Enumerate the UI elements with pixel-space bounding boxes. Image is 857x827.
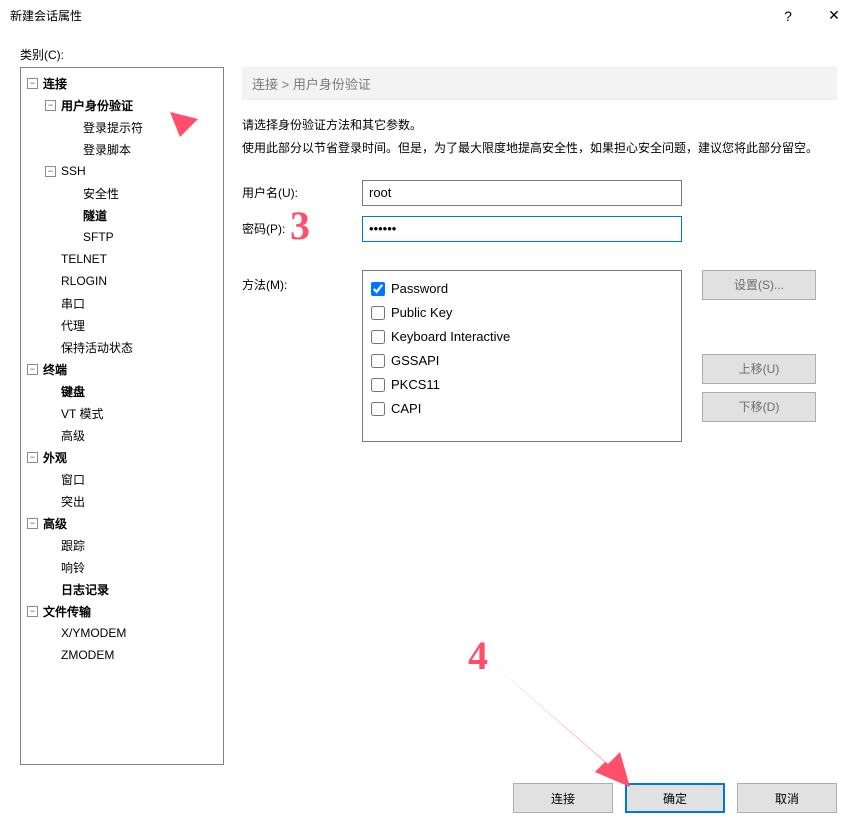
- connect-button[interactable]: 连接: [513, 783, 613, 813]
- tree-item-appearance[interactable]: −外观: [23, 446, 221, 468]
- method-item-password[interactable]: Password: [371, 277, 673, 301]
- collapse-icon[interactable]: −: [27, 606, 38, 617]
- description: 请选择身份验证方法和其它参数。 使用此部分以节省登录时间。但是，为了最大限度地提…: [242, 114, 837, 160]
- method-item-gssapi[interactable]: GSSAPI: [371, 349, 673, 373]
- tree-item-sftp[interactable]: SFTP: [23, 226, 221, 248]
- method-checkbox-publickey[interactable]: [371, 306, 385, 320]
- method-checkbox-password[interactable]: [371, 282, 385, 296]
- tree-item-term-advanced[interactable]: 高级: [23, 424, 221, 446]
- move-down-button[interactable]: 下移(D): [702, 392, 816, 422]
- tree-item-vtmode[interactable]: VT 模式: [23, 402, 221, 424]
- tree-item-connection[interactable]: −连接: [23, 72, 221, 94]
- window-title: 新建会话属性: [10, 7, 82, 24]
- tree-item-xymodem[interactable]: X/YMODEM: [23, 622, 221, 644]
- method-label: 方法(M):: [242, 270, 362, 293]
- tree-item-user-auth[interactable]: −用户身份验证: [23, 94, 221, 116]
- tree-item-login-prompt[interactable]: 登录提示符: [23, 116, 221, 138]
- method-checkbox-pkcs11[interactable]: [371, 378, 385, 392]
- breadcrumb: 连接 > 用户身份验证: [242, 67, 837, 100]
- close-button[interactable]: ✕: [811, 0, 857, 32]
- tree-item-telnet[interactable]: TELNET: [23, 248, 221, 270]
- dialog-footer: 连接 确定 取消: [513, 783, 837, 813]
- tree-item-terminal[interactable]: −终端: [23, 358, 221, 380]
- cancel-button[interactable]: 取消: [737, 783, 837, 813]
- tree-item-zmodem[interactable]: ZMODEM: [23, 644, 221, 666]
- method-item-capi[interactable]: CAPI: [371, 397, 673, 421]
- description-line-2: 使用此部分以节省登录时间。但是，为了最大限度地提高安全性，如果担心安全问题，建议…: [242, 137, 837, 160]
- category-label: 类别(C):: [20, 46, 837, 63]
- ok-button[interactable]: 确定: [625, 783, 725, 813]
- collapse-icon[interactable]: −: [27, 364, 38, 375]
- tree-item-security[interactable]: 安全性: [23, 182, 221, 204]
- tree-item-keyboard[interactable]: 键盘: [23, 380, 221, 402]
- method-checkbox-capi[interactable]: [371, 402, 385, 416]
- title-bar: 新建会话属性 ? ✕: [0, 0, 857, 32]
- password-input[interactable]: [362, 216, 682, 242]
- help-button[interactable]: ?: [765, 0, 811, 32]
- tree-item-trace[interactable]: 跟踪: [23, 534, 221, 556]
- tree-item-highlight[interactable]: 突出: [23, 490, 221, 512]
- tree-item-logging[interactable]: 日志记录: [23, 578, 221, 600]
- collapse-icon[interactable]: −: [27, 78, 38, 89]
- collapse-icon[interactable]: −: [45, 100, 56, 111]
- tree-item-window[interactable]: 窗口: [23, 468, 221, 490]
- tree-item-proxy[interactable]: 代理: [23, 314, 221, 336]
- tree-item-filetransfer[interactable]: −文件传输: [23, 600, 221, 622]
- method-item-publickey[interactable]: Public Key: [371, 301, 673, 325]
- tree-item-login-script[interactable]: 登录脚本: [23, 138, 221, 160]
- method-item-keyboard[interactable]: Keyboard Interactive: [371, 325, 673, 349]
- method-list[interactable]: Password Public Key Keyboard Interactive…: [362, 270, 682, 442]
- method-checkbox-gssapi[interactable]: [371, 354, 385, 368]
- description-line-1: 请选择身份验证方法和其它参数。: [242, 114, 837, 137]
- tree-item-keepalive[interactable]: 保持活动状态: [23, 336, 221, 358]
- username-input[interactable]: [362, 180, 682, 206]
- method-item-pkcs11[interactable]: PKCS11: [371, 373, 673, 397]
- username-label: 用户名(U):: [242, 184, 362, 201]
- tree-item-bell[interactable]: 响铃: [23, 556, 221, 578]
- collapse-icon[interactable]: −: [27, 518, 38, 529]
- password-label: 密码(P):: [242, 220, 362, 237]
- tree-item-ssh[interactable]: −SSH: [23, 160, 221, 182]
- category-tree[interactable]: −连接 −用户身份验证 登录提示符 登录脚本 −SSH 安全性 隧道: [20, 67, 224, 765]
- collapse-icon[interactable]: −: [45, 166, 56, 177]
- tree-item-advanced[interactable]: −高级: [23, 512, 221, 534]
- collapse-icon[interactable]: −: [27, 452, 38, 463]
- tree-item-rlogin[interactable]: RLOGIN: [23, 270, 221, 292]
- tree-item-serial[interactable]: 串口: [23, 292, 221, 314]
- method-checkbox-keyboard[interactable]: [371, 330, 385, 344]
- settings-button[interactable]: 设置(S)...: [702, 270, 816, 300]
- tree-item-tunnel[interactable]: 隧道: [23, 204, 221, 226]
- main-pane: 连接 > 用户身份验证 请选择身份验证方法和其它参数。 使用此部分以节省登录时间…: [242, 67, 837, 765]
- move-up-button[interactable]: 上移(U): [702, 354, 816, 384]
